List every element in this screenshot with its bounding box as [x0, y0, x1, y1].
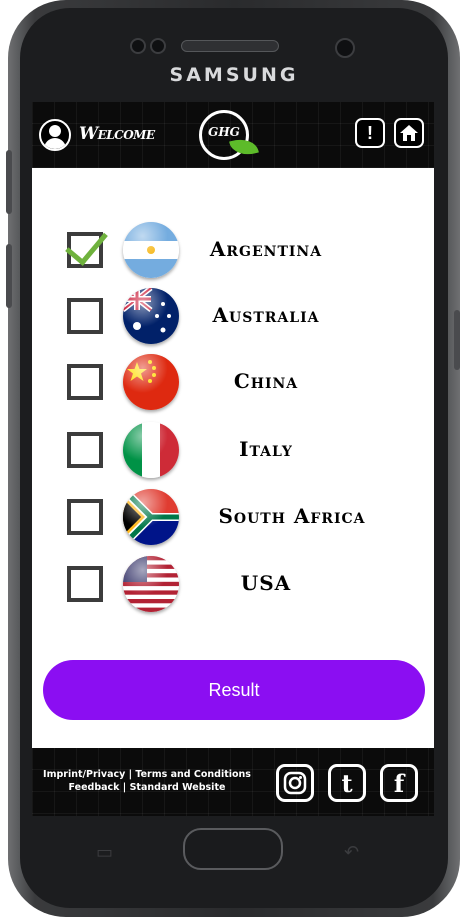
device-brand: SAMSUNG: [169, 64, 299, 86]
sensor-dot: [150, 38, 166, 54]
country-row-australia[interactable]: Australia: [32, 286, 434, 346]
volume-button-lower: [6, 244, 12, 308]
sensor-dot: [130, 38, 146, 54]
instagram-icon[interactable]: [276, 764, 314, 802]
earpiece-speaker: [181, 40, 279, 52]
back-key-icon[interactable]: ↶: [344, 842, 359, 863]
country-row-south-africa[interactable]: South Africa: [32, 487, 434, 547]
result-button[interactable]: Result: [43, 660, 425, 720]
country-row-italy[interactable]: Italy: [32, 420, 434, 480]
country-row-argentina[interactable]: Argentina: [32, 220, 434, 280]
footer: Imprint/Privacy | Terms and Conditions F…: [32, 748, 434, 816]
tumblr-icon[interactable]: t: [328, 764, 366, 802]
footer-links[interactable]: Imprint/Privacy | Terms and Conditions F…: [36, 768, 258, 794]
info-button[interactable]: !: [355, 118, 385, 148]
facebook-icon[interactable]: f: [380, 764, 418, 802]
country-row-usa[interactable]: USA: [32, 554, 434, 614]
australia-flag-icon: [123, 288, 179, 344]
front-camera: [335, 38, 355, 58]
volume-button: [6, 150, 12, 214]
country-name: China: [233, 369, 299, 393]
country-name: Argentina: [209, 237, 323, 261]
country-checkbox[interactable]: [67, 566, 103, 602]
country-name: USA: [240, 571, 292, 595]
country-checkbox[interactable]: [67, 499, 103, 535]
china-flag-icon: [123, 354, 179, 410]
country-name: Italy: [239, 437, 293, 461]
country-row-china[interactable]: China: [32, 352, 434, 412]
country-checkbox[interactable]: [65, 221, 108, 268]
logo-text: GHG: [208, 125, 240, 139]
usa-flag-icon: [123, 556, 179, 612]
footer-line-feedback[interactable]: Feedback | Standard Website: [36, 781, 258, 794]
country-checkbox[interactable]: [67, 432, 103, 468]
country-name: Australia: [212, 303, 320, 327]
argentina-flag-icon: [123, 222, 179, 278]
home-button[interactable]: [394, 118, 424, 148]
app-screen: Welcome GHG ! Argentina Australia China …: [32, 102, 434, 816]
ghg-logo[interactable]: GHG: [199, 110, 259, 160]
welcome-text: Welcome: [79, 124, 155, 144]
italy-flag-icon: [123, 422, 179, 478]
home-hardware-button[interactable]: [183, 828, 283, 870]
top-bar: Welcome GHG !: [32, 102, 434, 168]
country-checkbox[interactable]: [67, 364, 103, 400]
south-africa-flag-icon: [123, 489, 179, 545]
check-mark-icon: [65, 221, 108, 266]
footer-line-legal[interactable]: Imprint/Privacy | Terms and Conditions: [36, 768, 258, 781]
recent-apps-key-icon[interactable]: ▭: [96, 842, 113, 863]
home-icon: [400, 125, 418, 141]
user-icon[interactable]: [39, 119, 71, 151]
power-button: [454, 310, 460, 370]
country-name: South Africa: [218, 504, 366, 528]
country-checkbox[interactable]: [67, 298, 103, 334]
alert-icon: !: [367, 122, 373, 143]
